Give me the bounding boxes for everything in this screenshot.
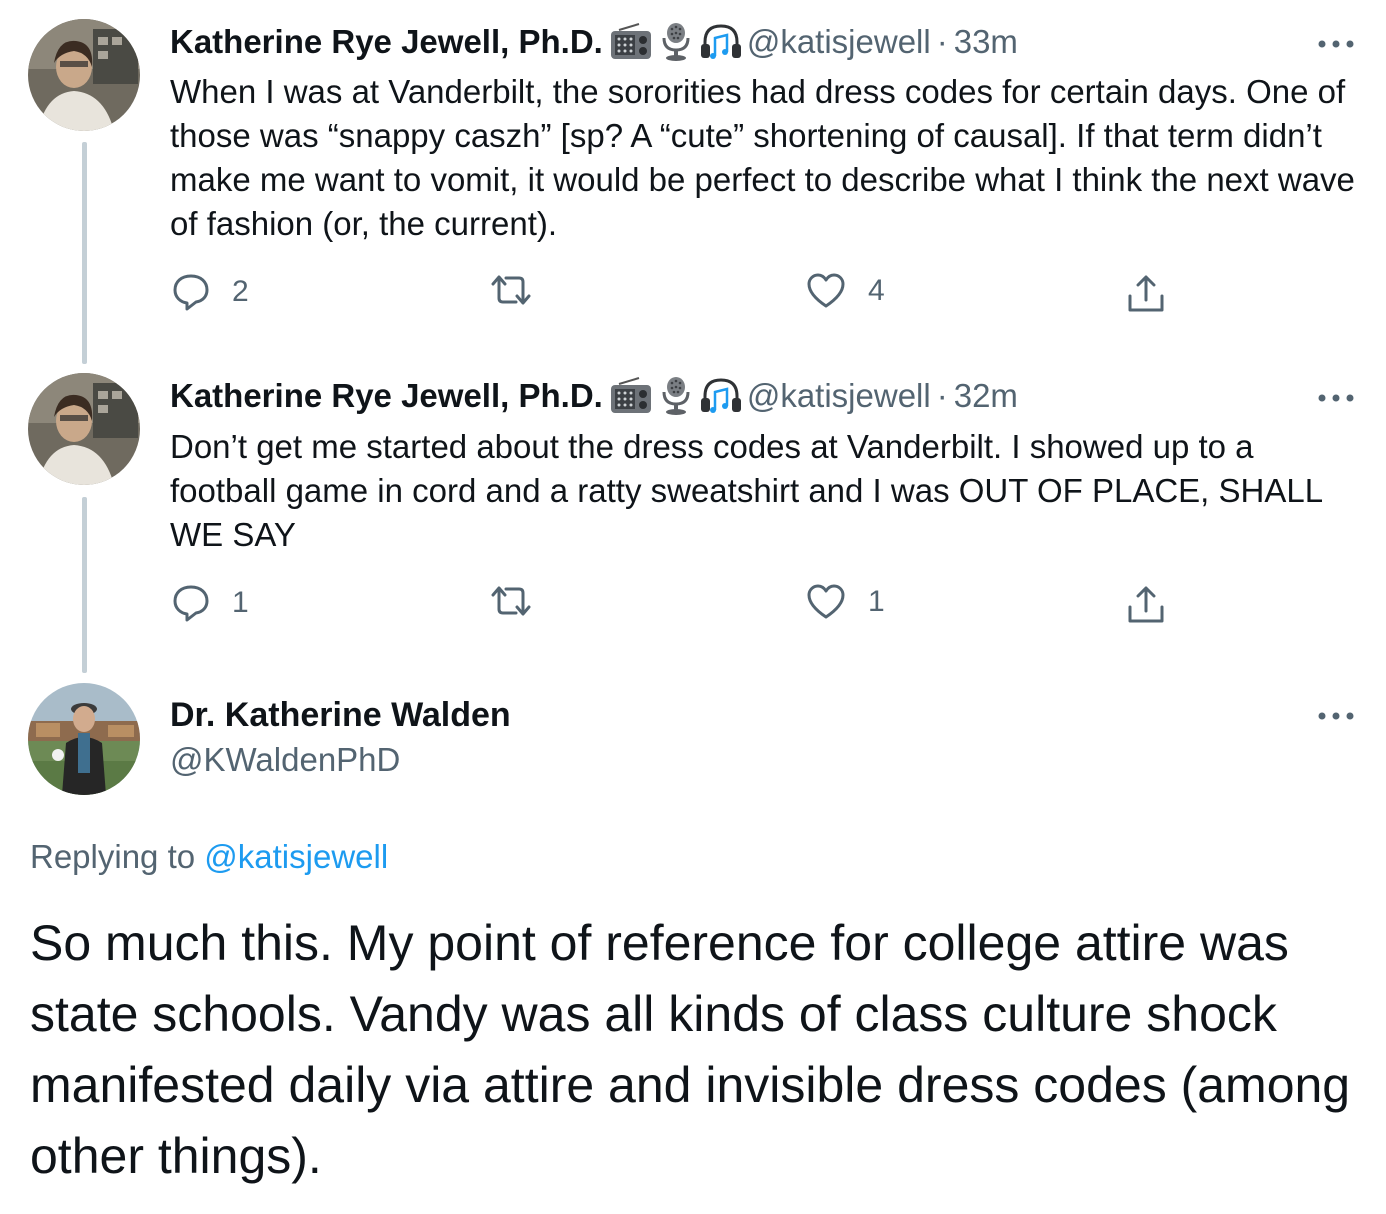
tweet-text: So much this. My point of reference for … <box>30 915 1351 1184</box>
replying-to: Replying to @katisjewell <box>30 835 388 879</box>
retweet-button[interactable] <box>488 583 534 619</box>
share-button[interactable] <box>1126 272 1166 314</box>
radio-icon <box>609 22 653 62</box>
replying-to-label: Replying to <box>30 838 196 875</box>
avatar[interactable] <box>28 19 140 131</box>
separator-dot: · <box>936 23 948 60</box>
heart-icon <box>806 583 846 621</box>
separator-dot: · <box>936 377 948 414</box>
tweet-actions: 2 4 <box>170 272 1170 316</box>
like-count: 1 <box>868 585 885 618</box>
more-options-icon[interactable] <box>1316 36 1356 52</box>
radio-icon <box>609 376 653 416</box>
retweet-button[interactable] <box>488 272 534 308</box>
thread-connector-line <box>82 142 87 364</box>
replying-to-link[interactable]: @katisjewell <box>204 838 388 875</box>
microphone-icon <box>659 376 693 416</box>
share-button[interactable] <box>1126 583 1166 625</box>
tweet-header: Katherine Rye Jewell, Ph.D. @katisjewell… <box>170 20 1018 64</box>
author-handle[interactable]: @katisjewell <box>747 20 931 64</box>
reply-button[interactable]: 2 <box>172 272 249 312</box>
reply-icon <box>172 272 210 312</box>
like-count: 4 <box>868 274 885 307</box>
avatar[interactable] <box>28 683 140 795</box>
reply-count: 2 <box>232 275 249 308</box>
reply-count: 1 <box>232 586 249 619</box>
retweet-icon <box>488 272 534 308</box>
tweet-header: Katherine Rye Jewell, Ph.D. @katisjewell… <box>170 374 1018 418</box>
avatar[interactable] <box>28 373 140 485</box>
more-options-icon[interactable] <box>1316 390 1356 406</box>
tweet-text: Don’t get me started about the dress cod… <box>170 428 1322 553</box>
thread-connector-line <box>82 497 87 673</box>
headphones-icon <box>699 376 743 416</box>
like-button[interactable]: 4 <box>806 272 885 310</box>
microphone-icon <box>659 22 693 62</box>
heart-icon <box>806 272 846 310</box>
share-icon <box>1126 272 1166 314</box>
author-name[interactable]: Katherine Rye Jewell, Ph.D. <box>170 20 603 64</box>
share-icon <box>1126 583 1166 625</box>
retweet-icon <box>488 583 534 619</box>
author-handle[interactable]: @KWaldenPhD <box>170 738 400 782</box>
reply-button[interactable]: 1 <box>172 583 249 623</box>
more-options-icon[interactable] <box>1316 708 1356 724</box>
timestamp[interactable]: 32m <box>954 374 1018 418</box>
like-button[interactable]: 1 <box>806 583 885 621</box>
tweet-actions: 1 1 <box>170 583 1170 627</box>
tweet-text: When I was at Vanderbilt, the sororities… <box>170 73 1355 242</box>
timestamp[interactable]: 33m <box>954 20 1018 64</box>
headphones-icon <box>699 22 743 62</box>
reply-icon <box>172 583 210 623</box>
author-name[interactable]: Dr. Katherine Walden <box>170 692 511 738</box>
author-handle[interactable]: @katisjewell <box>747 374 931 418</box>
author-name[interactable]: Katherine Rye Jewell, Ph.D. <box>170 374 603 418</box>
